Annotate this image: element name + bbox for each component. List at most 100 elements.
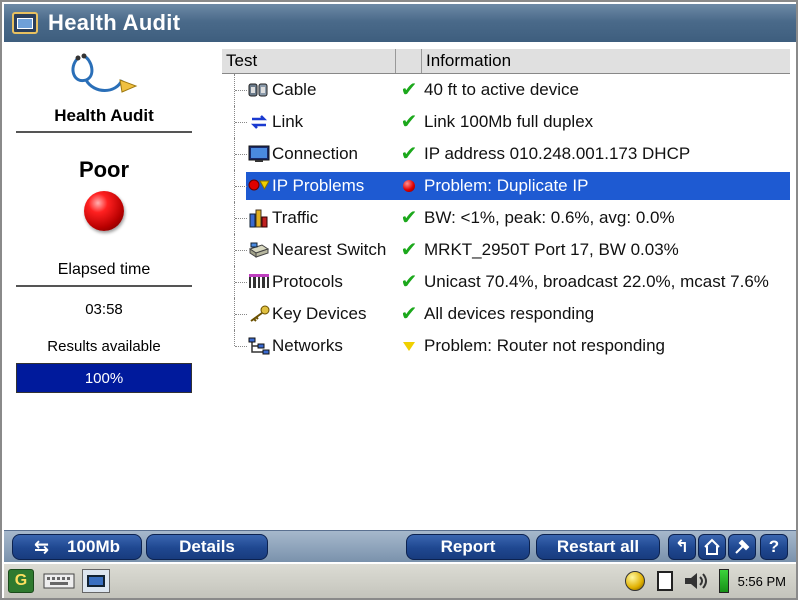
table-row-networks[interactable]: Networks Problem: Router not responding [222,330,790,362]
start-logo-icon: G [14,572,28,589]
test-cell[interactable]: Traffic [222,208,396,228]
column-header-information[interactable]: Information [422,49,790,73]
test-name: Nearest Switch [272,240,387,259]
checkmark-icon: ✔ [400,239,418,261]
help-button[interactable]: ? [760,534,788,560]
divider [16,131,192,133]
progress-text: 100% [84,369,124,387]
left-panel-title: Health Audit [54,106,154,125]
status-red-ball-icon [84,191,124,231]
monitor-icon [248,144,270,164]
ip-problems-icon [248,176,270,196]
checkmark-icon: ✔ [400,143,418,165]
information-cell: BW: <1%, peak: 0.6%, avg: 0.0% [424,208,675,227]
information-cell: MRKT_2950T Port 17, BW 0.03% [424,240,679,259]
information-cell: 40 ft to active device [424,80,579,99]
checkmark-icon: ✔ [400,271,418,293]
table-row-cable[interactable]: Cable ✔ 40 ft to active device [222,74,790,106]
results-progress-bar: 100% [16,363,192,393]
health-status: Poor [78,157,130,182]
stethoscope-icon [12,50,196,100]
test-cell[interactable]: Connection [222,144,396,164]
table-row-nearest-switch[interactable]: Nearest Switch ✔ MRKT_2950T Port 17, BW 0.… [222,234,790,266]
back-arrow-icon: ↰ [674,537,690,556]
checkmark-icon: ✔ [400,207,418,229]
results-table: Test Information Cable ✔ 40 ft to active d… [222,48,790,378]
table-row-key-devices[interactable]: Key Devices ✔ All devices responding [222,298,790,330]
restart-all-button[interactable]: Restart all [536,534,660,560]
information-cell: Problem: Router not responding [424,336,665,355]
test-cell[interactable]: Networks [222,336,396,356]
test-cell[interactable]: Key Devices [222,304,396,324]
network-status-icon[interactable] [622,569,648,593]
table-row-link[interactable]: Link ✔ Link 100Mb full duplex [222,106,790,138]
tools-button[interactable] [728,534,756,560]
app-icon[interactable] [12,12,38,34]
app-frame: Health Audit Health Audit Poor Elapsed t… [0,0,798,600]
table-row-connection[interactable]: Connection ✔ IP address 010.248.001.173 DH… [222,138,790,170]
table-body: Cable ✔ 40 ft to active device Link ✔ Link 10… [222,74,790,362]
cable-icon [248,80,270,100]
button-bar: ⇆ 100Mb Details Report Restart all ↰ ? [4,530,796,562]
report-button[interactable]: Report [406,534,530,560]
test-name: Cable [272,80,317,99]
details-button[interactable]: Details [146,534,268,560]
link-arrows-icon [248,112,270,132]
checkmark-icon: ✔ [400,111,418,133]
test-cell[interactable]: Cable [222,80,396,100]
hammer-icon [735,539,750,554]
divider [16,285,192,287]
battery-icon[interactable] [716,569,732,593]
results-available-label: Results available [47,338,161,355]
information-cell: Link 100Mb full duplex [424,112,594,131]
elapsed-time-label: Elapsed time [57,261,151,278]
checkmark-icon: ✔ [400,303,418,325]
table-row-protocols[interactable]: Protocols ✔ Unicast 70.4%, broadcast 22.0%… [222,266,790,298]
networks-icon [248,336,270,356]
test-cell[interactable]: Link [222,112,396,132]
taskbar-app-health-audit[interactable] [82,569,110,593]
information-cell: Unicast 70.4%, broadcast 22.0%, mcast 7.… [424,272,769,291]
link-speed-button[interactable]: ⇆ 100Mb [12,534,142,560]
monitor-icon [87,575,105,587]
red-dot-icon [396,180,422,192]
column-header-status[interactable] [396,49,422,73]
table-header: Test Information [222,48,790,74]
information-cell: Problem: Duplicate IP [424,176,589,195]
swap-arrows-icon: ⇆ [33,536,50,557]
test-name: Networks [272,336,343,355]
information-cell: All devices responding [424,304,595,323]
test-name: Protocols [272,272,343,291]
window-title: Health Audit [48,10,181,35]
keyboard-button[interactable] [42,569,76,593]
checkmark-icon: ✔ [400,79,418,101]
clipboard-icon[interactable] [654,569,676,593]
table-row-ip-problems[interactable]: IP Problems Problem: Duplicate IP [222,170,790,202]
left-panel: Health Audit Poor Elapsed time 03:58 Res… [12,46,196,516]
protocols-icon [248,272,270,292]
elapsed-time-value: 03:58 [85,301,123,318]
link-speed-label: 100Mb [67,537,120,556]
test-cell[interactable]: Nearest Switch [222,240,396,260]
key-icon [248,304,270,324]
test-cell[interactable]: Protocols [222,272,396,292]
home-icon [704,538,720,555]
test-name: Key Devices [272,304,367,323]
test-name: Traffic [272,208,319,227]
table-row-traffic[interactable]: Traffic ✔ BW: <1%, peak: 0.6%, avg: 0.0% [222,202,790,234]
test-name: Connection [272,144,359,163]
taskbar: G 5:56 PM [4,563,796,598]
test-name: IP Problems [272,176,365,195]
home-button[interactable] [698,534,726,560]
test-cell[interactable]: IP Problems [222,176,396,196]
speaker-icon[interactable] [682,569,712,593]
back-arrow-button[interactable]: ↰ [668,534,696,560]
taskbar-clock: 5:56 PM [737,574,786,589]
keyboard-icon [43,573,75,589]
information-cell: IP address 010.248.001.173 DHCP [424,144,691,163]
column-header-test[interactable]: Test [222,49,396,73]
title-bar: Health Audit [4,4,796,42]
start-menu-button[interactable]: G [8,569,34,593]
traffic-icon [248,208,270,228]
test-name: Link [272,112,304,131]
